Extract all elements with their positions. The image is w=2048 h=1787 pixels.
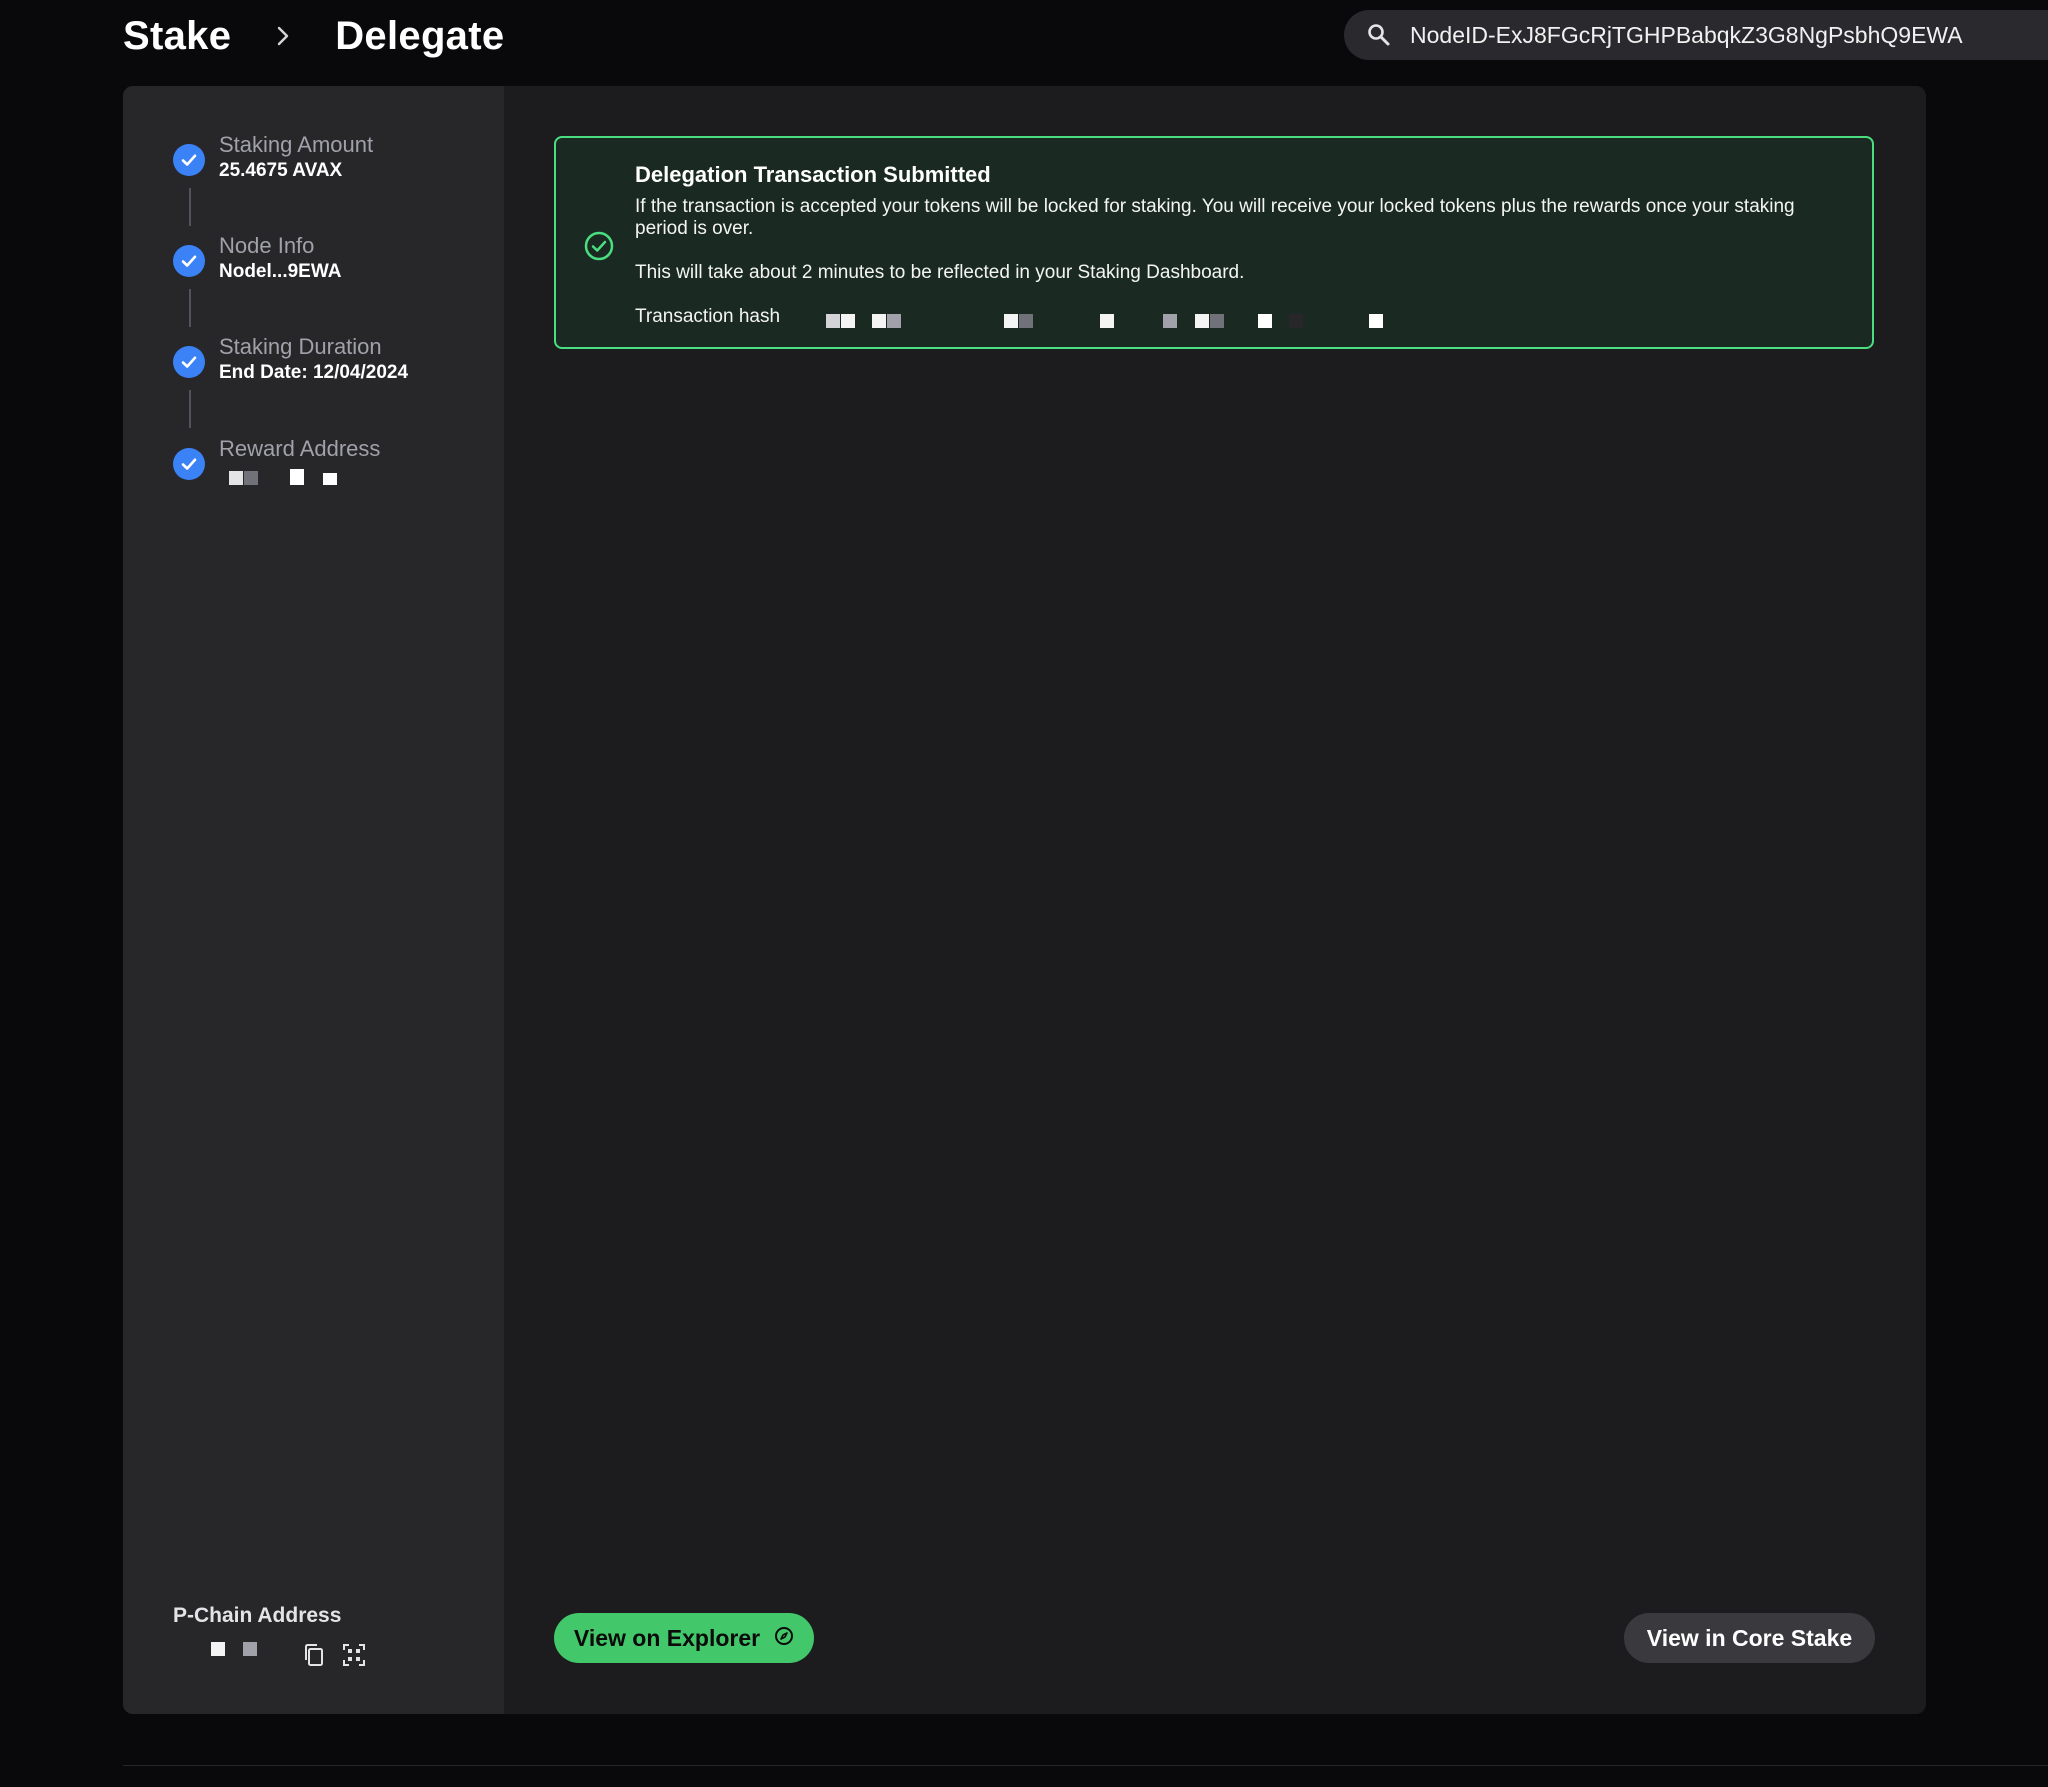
footer-divider [123, 1765, 2048, 1766]
transaction-submitted-alert: Delegation Transaction Submitted If the … [554, 136, 1874, 349]
step-connector [189, 390, 191, 428]
steps-sidebar: Staking Amount 25.4675 AVAX Node Info No… [123, 86, 504, 1714]
page-title: Delegate [335, 13, 505, 58]
transaction-hash-label: Transaction hash [635, 306, 781, 327]
pchain-address-label: P-Chain Address [173, 1604, 342, 1627]
step-label: Staking Duration [219, 334, 382, 359]
alert-body: If the transaction is accepted your toke… [635, 196, 1795, 239]
step-value: 25.4675 AVAX [219, 160, 343, 181]
check-circle-icon [173, 448, 205, 480]
qr-code-icon[interactable] [341, 1642, 367, 1668]
step-connector [189, 289, 191, 327]
view-in-core-stake-label: View in Core Stake [1646, 1624, 1853, 1651]
step-label: Reward Address [219, 436, 381, 461]
page-header: Stake Delegate [0, 0, 2048, 80]
check-circle-icon [583, 230, 615, 262]
step-value: End Date: 12/04/2024 [219, 362, 409, 383]
breadcrumb-stake[interactable]: Stake [123, 14, 231, 59]
check-circle-icon [173, 346, 205, 378]
copy-icon[interactable] [301, 1642, 327, 1668]
search-icon [1366, 22, 1392, 48]
pchain-address-actions [301, 1642, 367, 1668]
step-label: Staking Amount [219, 132, 374, 157]
check-circle-icon [173, 245, 205, 277]
view-on-explorer-button[interactable]: View on Explorer [554, 1613, 814, 1663]
chevron-right-icon [257, 16, 309, 56]
step-label: Node Info [219, 233, 315, 258]
view-in-core-stake-button[interactable]: View in Core Stake [1624, 1613, 1875, 1663]
compass-icon [774, 1625, 794, 1652]
view-on-explorer-label: View on Explorer [573, 1624, 761, 1651]
delegate-panel: Staking Amount 25.4675 AVAX Node Info No… [123, 86, 1926, 1714]
step-staking-duration: Staking Duration End Date: 12/04/2024 [173, 334, 493, 404]
search-input[interactable] [1410, 21, 2030, 49]
step-connector [189, 188, 191, 226]
alert-note: This will take about 2 minutes to be ref… [635, 262, 1245, 283]
alert-title: Delegation Transaction Submitted [635, 162, 991, 187]
breadcrumb: Stake Delegate [123, 10, 504, 62]
check-circle-icon [173, 144, 205, 176]
step-value: Nodel...9EWA [219, 261, 342, 282]
node-search-bar[interactable] [1344, 10, 2048, 60]
step-node-info: Node Info Nodel...9EWA [173, 233, 493, 303]
step-staking-amount: Staking Amount 25.4675 AVAX [173, 132, 493, 202]
